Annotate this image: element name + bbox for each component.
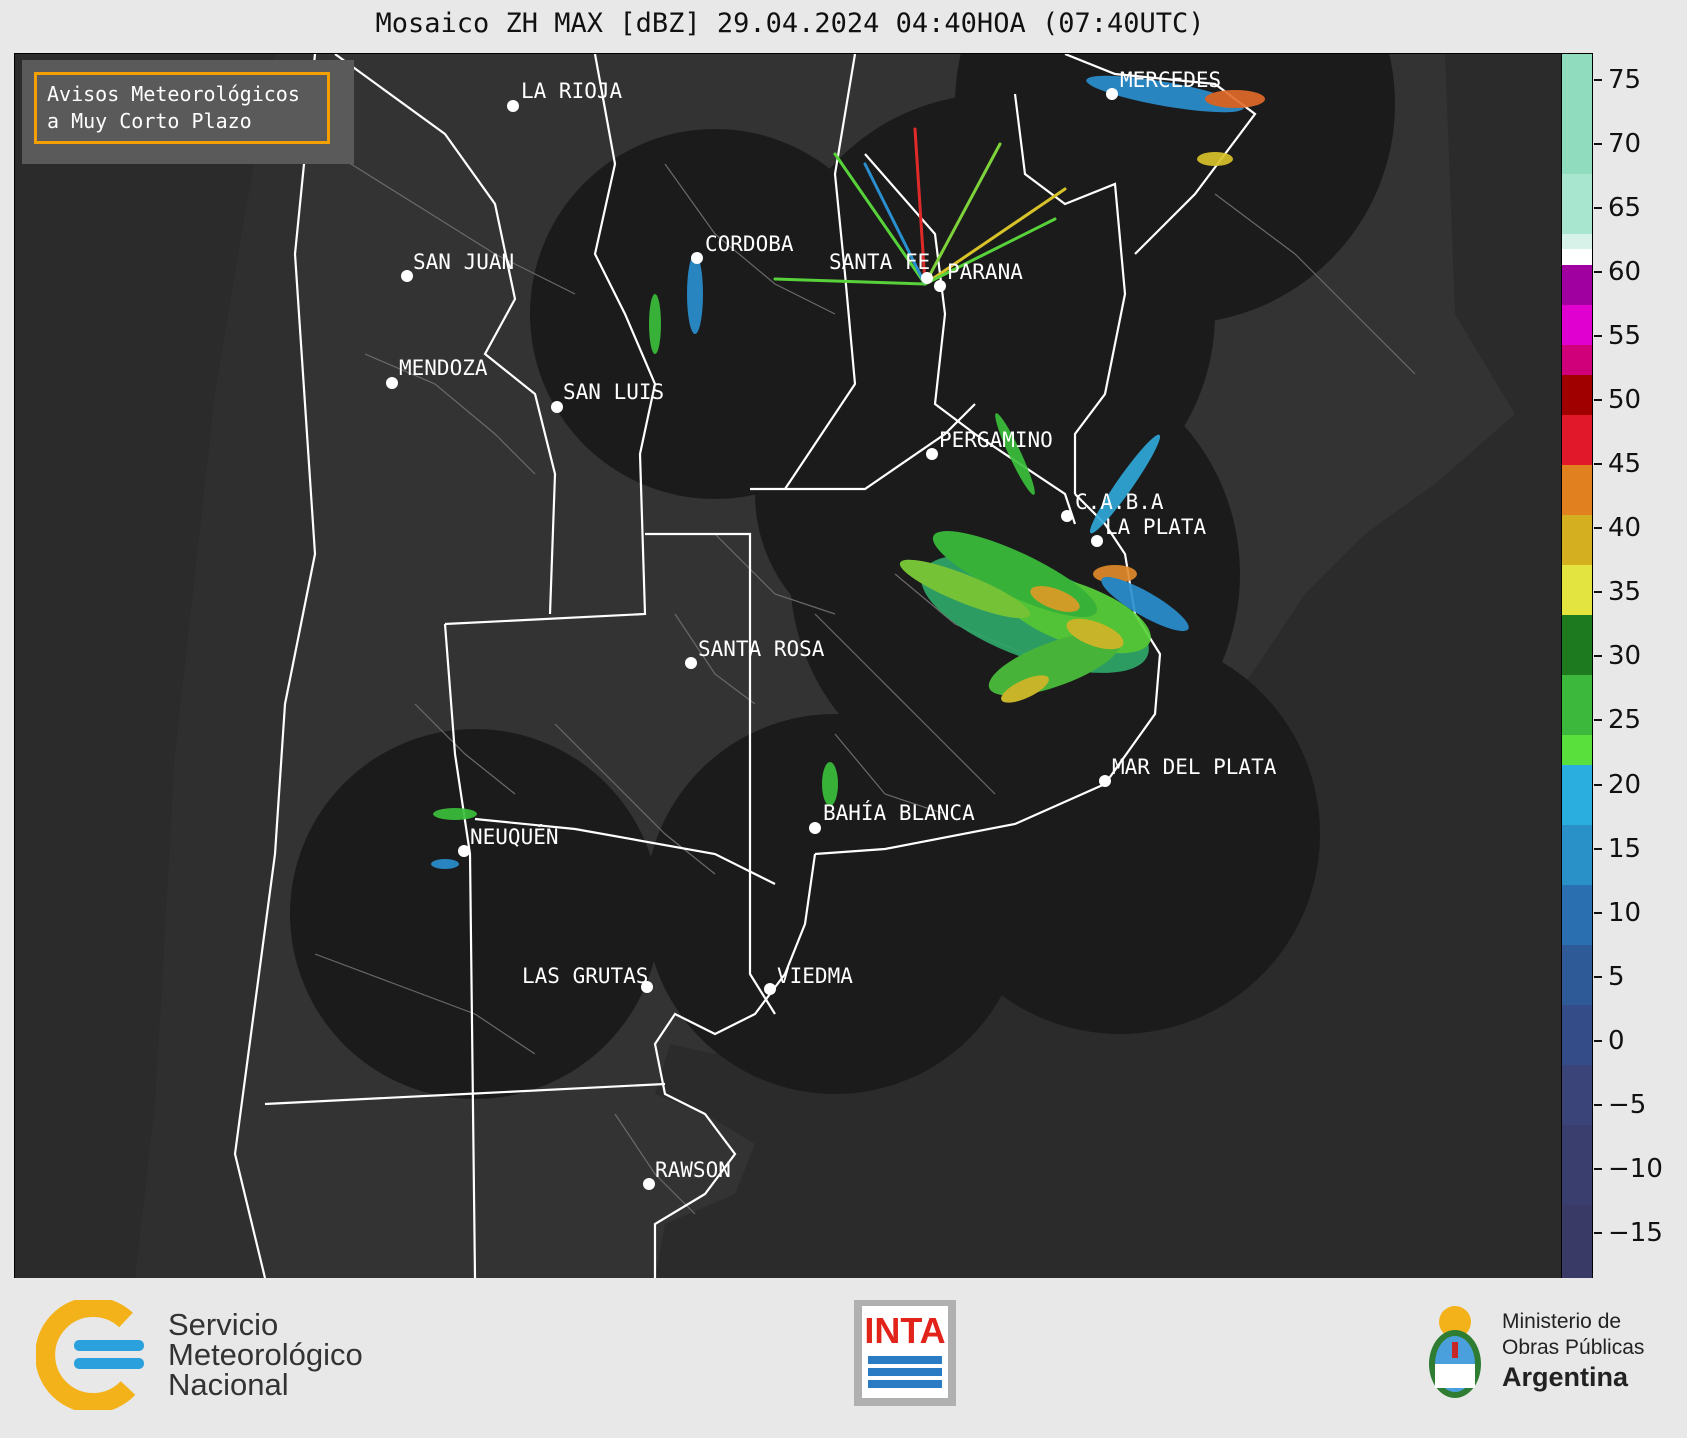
city-label-santa-fe: SANTA FE: [829, 250, 931, 274]
city-label-viedma: VIEDMA: [777, 964, 853, 988]
map-title: Mosaico ZH MAX [dBZ] 29.04.2024 04:40HOA…: [375, 8, 1205, 39]
city-dot-santa-rosa: [685, 657, 697, 669]
city-label-rawson: RAWSON: [655, 1158, 731, 1182]
colorbar-tick-label: −5: [1608, 1089, 1647, 1120]
colorbar-tick: [1594, 1103, 1602, 1106]
colorbar-tick: [1594, 1168, 1602, 1171]
colorbar-tick: [1594, 591, 1602, 594]
colorbar-tick-label: 15: [1608, 833, 1642, 864]
city-label-neuquen: NEUQUÉN: [470, 825, 559, 849]
city-dot-mar-del-plata: [1099, 775, 1111, 787]
smn-line3: Nacional: [168, 1367, 289, 1402]
inta-logo-text: INTA: [864, 1310, 946, 1351]
city-label-las-grutas: LAS GRUTAS: [522, 964, 649, 988]
colorbar-tick: [1594, 783, 1602, 786]
ministry-line1: Ministerio de: [1502, 1310, 1622, 1333]
colorbar-tick-label: 65: [1608, 192, 1642, 223]
colorbar-tick-label: 45: [1608, 449, 1642, 480]
alerts-badge-line2: a Muy Corto Plazo: [47, 109, 252, 133]
colorbar-tick: [1594, 1232, 1602, 1235]
city-label-pergamino: PERGAMINO: [939, 428, 1053, 452]
city-dot-rawson: [643, 1178, 655, 1190]
colorbar-tick-label: 70: [1608, 128, 1642, 159]
alerts-badge-panel: Avisos Meteorológicos a Muy Corto Plazo: [22, 60, 354, 164]
city-dot-parana: [934, 280, 946, 292]
colorbar-tick: [1594, 270, 1602, 273]
city-label-san-luis: SAN LUIS: [563, 380, 665, 404]
colorbar-tick: [1594, 78, 1602, 81]
smn-logo-text: Servicio Meteorológico Nacional: [168, 1307, 363, 1402]
city-dot-bahia-blanca: [809, 822, 821, 834]
colorbar-tick: [1594, 655, 1602, 658]
colorbar-tick-label: 10: [1608, 897, 1642, 928]
city-dot-mercedes: [1106, 88, 1118, 100]
colorbar-tick-label: 5: [1608, 961, 1625, 992]
alerts-badge-line1: Avisos Meteorológicos: [47, 82, 300, 106]
footer: Servicio Meteorológico Nacional INTA Min…: [0, 1278, 1687, 1438]
colorbar-tick: [1594, 206, 1602, 209]
colorbar: [1561, 53, 1593, 1279]
colorbar-tick-label: 20: [1608, 769, 1642, 800]
colorbar-tick-label: 50: [1608, 385, 1642, 416]
smn-line1: Servicio: [168, 1307, 279, 1342]
city-dot-san-juan: [401, 270, 413, 282]
city-dot-neuquen: [458, 845, 470, 857]
city-label-la-rioja: LA RIOJA: [521, 79, 623, 103]
city-label-santa-rosa: SANTA ROSA: [698, 637, 825, 661]
colorbar-tick: [1594, 334, 1602, 337]
city-dot-viedma: [764, 983, 776, 995]
colorbar-tick: [1594, 911, 1602, 914]
city-label-bahia-blanca: BAHÍA BLANCA: [823, 801, 975, 825]
radar-map[interactable]: LA RIOJA MERCEDES CORDOBA SAN JUAN SANTA…: [14, 53, 1563, 1279]
colorbar-tick: [1594, 527, 1602, 530]
city-label-cordoba: CORDOBA: [705, 232, 794, 256]
colorbar-tick-label: 55: [1608, 320, 1642, 351]
city-dot-caba: [1061, 510, 1073, 522]
city-label-mendoza: MENDOZA: [399, 356, 488, 380]
colorbar-tick-label: −10: [1608, 1154, 1663, 1185]
alerts-badge[interactable]: Avisos Meteorológicos a Muy Corto Plazo: [34, 72, 330, 144]
city-dot-mendoza: [386, 377, 398, 389]
colorbar-tick: [1594, 142, 1602, 145]
smn-line2: Meteorológico: [168, 1337, 363, 1372]
colorbar-tick: [1594, 399, 1602, 402]
ministry-line3: Argentina: [1502, 1362, 1629, 1392]
colorbar-tick-label: 75: [1608, 64, 1642, 95]
city-label-parana: PARANA: [947, 260, 1023, 284]
city-dot-la-plata: [1091, 535, 1103, 547]
city-label-mar-del-plata: MAR DEL PLATA: [1112, 755, 1277, 779]
colorbar-tick: [1594, 719, 1602, 722]
city-label-mercedes: MERCEDES: [1120, 68, 1222, 92]
colorbar-tick-label: 60: [1608, 256, 1642, 287]
city-label-san-juan: SAN JUAN: [413, 250, 515, 274]
city-dot-cordoba: [691, 252, 703, 264]
colorbar-tick: [1594, 847, 1602, 850]
smn-logo-icon: [36, 1300, 144, 1410]
colorbar-tick-label: 0: [1608, 1025, 1625, 1056]
colorbar-tick-label: 40: [1608, 513, 1642, 544]
ministry-line2: Obras Públicas: [1502, 1336, 1645, 1359]
colorbar-tick: [1594, 463, 1602, 466]
city-dot-la-rioja: [507, 100, 519, 112]
colorbar-tick: [1594, 975, 1602, 978]
colorbar-tick: [1594, 1039, 1602, 1042]
colorbar-tick-label: 25: [1608, 705, 1642, 736]
city-label-la-plata: LA PLATA: [1105, 515, 1207, 539]
city-dot-pergamino: [926, 448, 938, 460]
colorbar-tick-label: −15: [1608, 1218, 1663, 1249]
colorbar-scale: [1562, 54, 1592, 1278]
inta-logo: INTA: [854, 1300, 956, 1406]
city-label-caba: C.A.B.A: [1075, 490, 1164, 514]
colorbar-tick-label: 30: [1608, 641, 1642, 672]
city-dot-san-luis: [551, 401, 563, 413]
argentina-coat-of-arms-icon: [1429, 1306, 1481, 1398]
colorbar-tick-label: 35: [1608, 577, 1642, 608]
